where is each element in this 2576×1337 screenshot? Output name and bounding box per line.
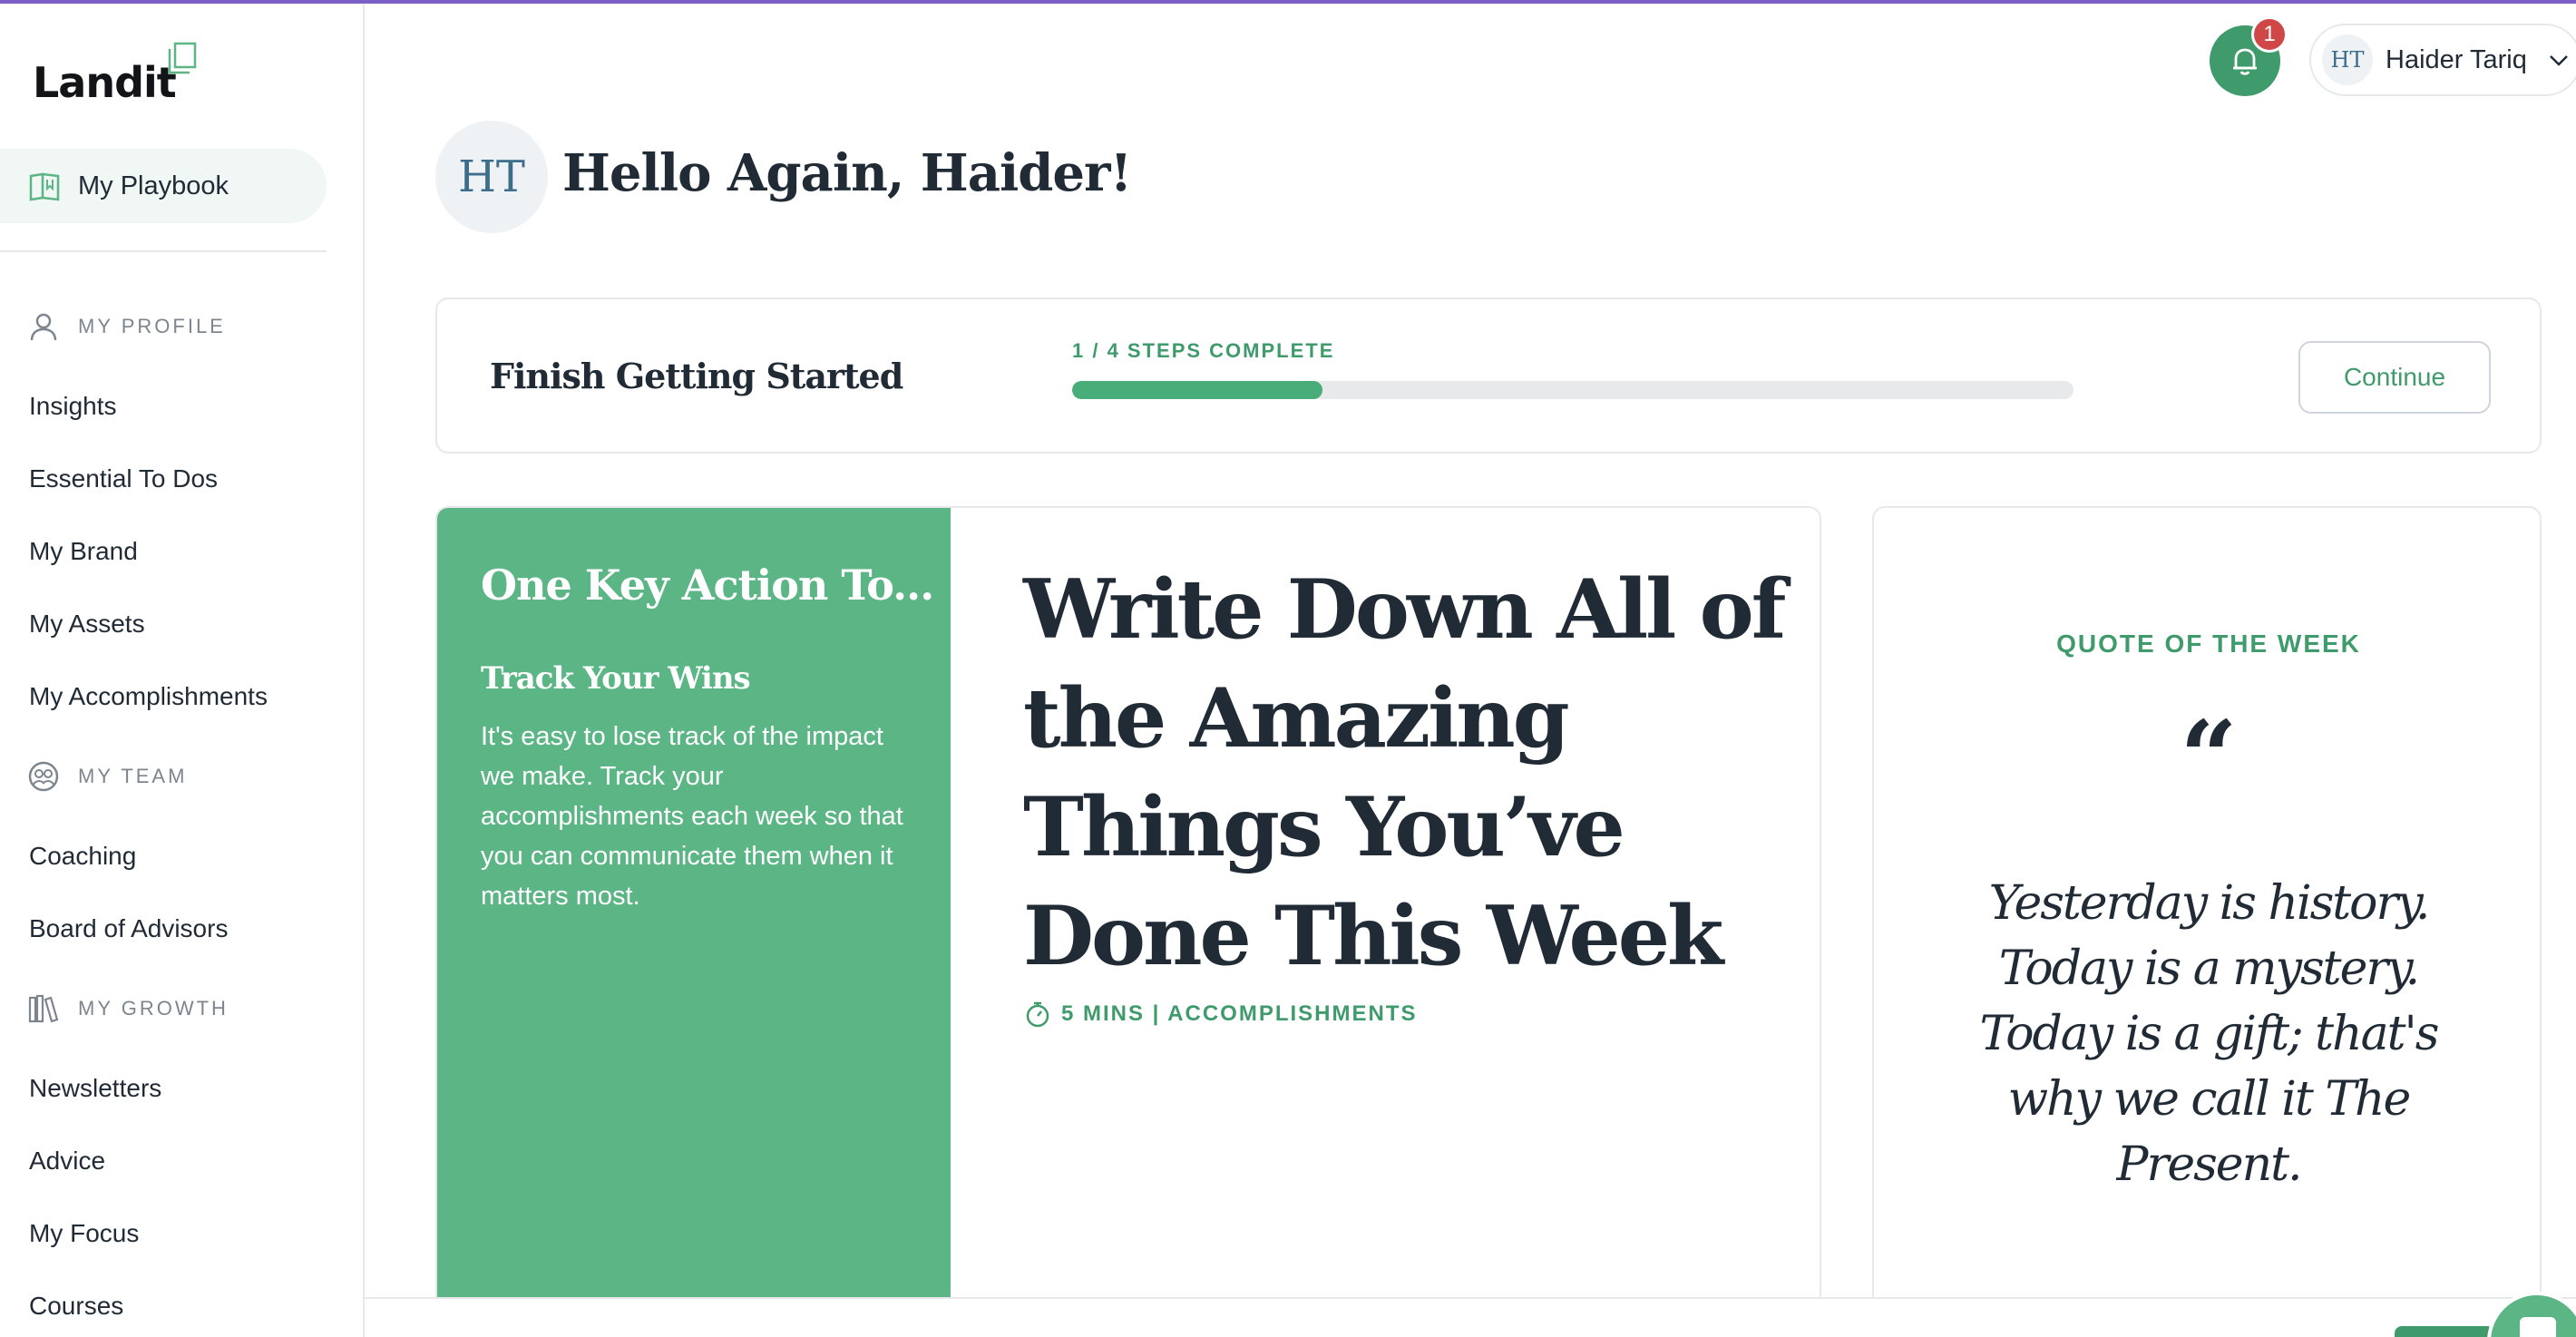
section-label: MY GROWTH (78, 997, 229, 1020)
team-icon (28, 761, 59, 792)
greeting-avatar: HT (435, 121, 548, 233)
sidebar-item-board-of-advisors[interactable]: Board of Advisors (29, 914, 228, 943)
user-name: Haider Tariq (2386, 44, 2527, 74)
feedback-tab[interactable] (2395, 1326, 2494, 1337)
sidebar-divider (0, 250, 327, 252)
sidebar-item-advice[interactable]: Advice (29, 1147, 105, 1176)
progress-bar (1072, 381, 2073, 399)
sidebar-item-coaching[interactable]: Coaching (29, 842, 136, 871)
landit-logo[interactable]: Landit (33, 58, 177, 107)
getting-started-card: Finish Getting Started 1 / 4 STEPS COMPL… (435, 298, 2542, 454)
sidebar: Landit My Playbook MY PROFILE Insights E… (0, 4, 365, 1337)
sidebar-item-insights[interactable]: Insights (29, 392, 117, 421)
key-action-panel: One Key Action To... Track Your Wins It'… (437, 508, 951, 1337)
section-label: MY PROFILE (78, 315, 226, 337)
quote-text: Yesterday is history. Today is a mystery… (1979, 876, 2440, 1192)
sidebar-item-my-playbook[interactable]: My Playbook (0, 149, 327, 223)
key-action-description: It's easy to lose track of the impact we… (481, 722, 903, 911)
key-action-meta: 5 MINS | ACCOMPLISHMENTS (1023, 1000, 1418, 1029)
quote-card: QUOTE OF THE WEEK “ Yesterday is history… (1872, 506, 2542, 1337)
key-action-subtitle: Track Your Wins (481, 660, 751, 697)
chevron-down-icon (2549, 55, 2568, 66)
chat-icon (2520, 1317, 2556, 1337)
stopwatch-icon (1026, 1001, 1049, 1028)
getting-started-title: Finish Getting Started (490, 356, 903, 396)
continue-button[interactable]: Continue (2298, 341, 2491, 414)
page-title: Hello Again, Haider! (562, 143, 1132, 203)
bottom-bar (365, 1297, 2576, 1337)
user-menu-button[interactable]: HT Haider Tariq (2309, 24, 2576, 96)
sidebar-item-my-accomplishments[interactable]: My Accomplishments (29, 682, 268, 711)
progress-bar-fill (1072, 381, 1322, 399)
sidebar-item-essential-to-dos[interactable]: Essential To Dos (29, 464, 218, 493)
key-action-headline[interactable]: Write Down All of the Amazing Things You… (1023, 555, 1786, 991)
key-action-title: One Key Action To... (481, 561, 934, 610)
section-label: MY TEAM (78, 765, 188, 787)
key-action-meta-text: 5 MINS | ACCOMPLISHMENTS (1061, 1001, 1418, 1026)
top-accent-line (0, 0, 2576, 4)
section-my-growth: MY GROWTH (27, 992, 229, 1025)
sidebar-item-label: My Playbook (78, 171, 229, 200)
quote-mark-icon: “ (2180, 698, 2238, 815)
section-my-profile: MY PROFILE (27, 310, 226, 343)
sidebar-item-my-brand[interactable]: My Brand (29, 537, 138, 566)
sidebar-item-newsletters[interactable]: Newsletters (29, 1074, 161, 1103)
key-action-card[interactable]: One Key Action To... Track Your Wins It'… (435, 506, 1821, 1337)
section-my-team: MY TEAM (27, 760, 187, 793)
quote-label: QUOTE OF THE WEEK (2056, 629, 2361, 658)
steps-complete-label: 1 / 4 STEPS COMPLETE (1072, 339, 1335, 362)
sidebar-item-my-assets[interactable]: My Assets (29, 610, 145, 639)
avatar: HT (2322, 34, 2373, 85)
sidebar-item-courses[interactable]: Courses (29, 1292, 123, 1321)
sidebar-item-my-focus[interactable]: My Focus (29, 1219, 139, 1248)
person-icon (30, 313, 57, 341)
books-icon (28, 994, 59, 1023)
book-icon (29, 172, 60, 201)
notification-count-badge: 1 (2251, 16, 2288, 53)
logo-pages-icon (168, 42, 197, 74)
